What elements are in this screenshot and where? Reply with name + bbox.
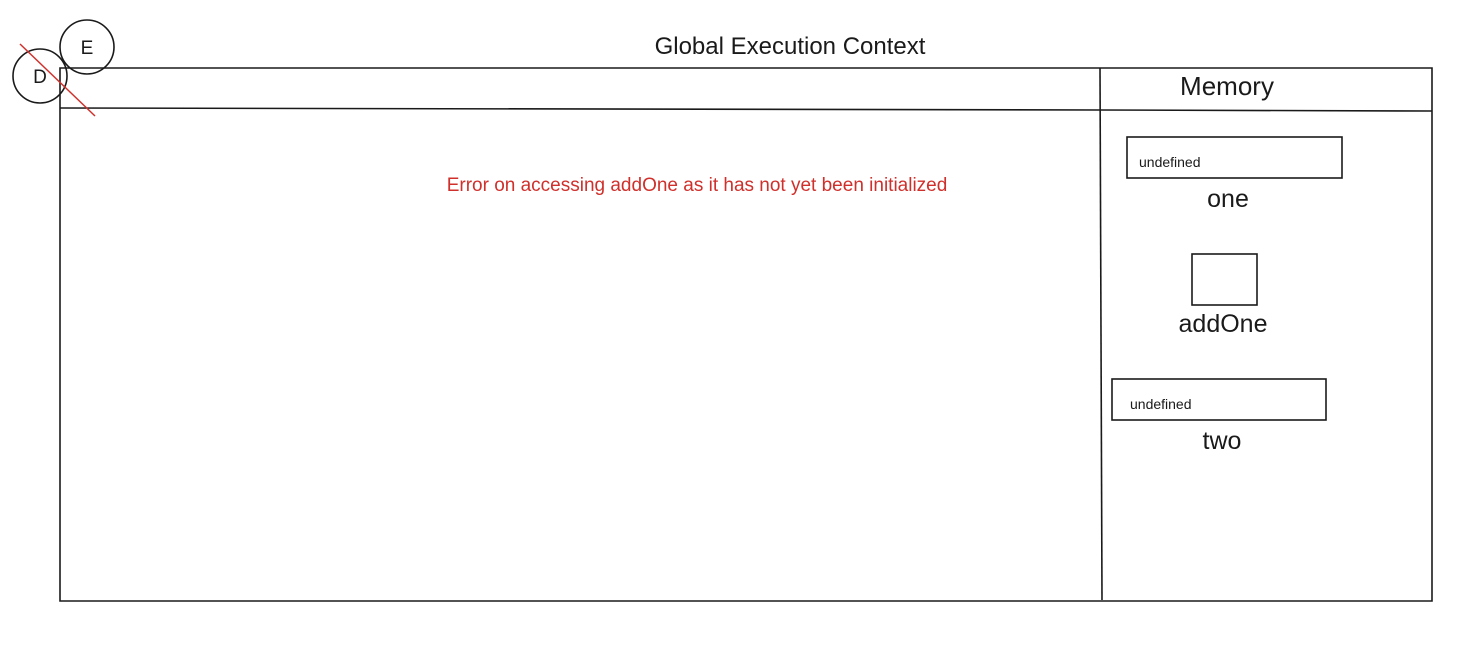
circle-marker-e: E: [59, 19, 115, 75]
memory-value-text: undefined: [1130, 396, 1192, 412]
memory-entry-one: undefined one: [1126, 136, 1343, 213]
header-divider-left: [59, 107, 1101, 111]
circle-label: D: [33, 67, 47, 88]
error-message: Error on accessing addOne as it has not …: [447, 175, 948, 196]
memory-variable-name: two: [1203, 427, 1242, 455]
memory-value-text: undefined: [1139, 154, 1201, 170]
memory-entry-two: undefined two: [1111, 378, 1327, 455]
memory-value-box: [1191, 253, 1258, 306]
execution-context-diagram: Global Execution Context Memory Error on…: [12, 19, 1433, 602]
memory-variable-name: one: [1207, 185, 1249, 213]
memory-entry-addone: addOne: [1179, 253, 1268, 338]
header-divider-memory: [1099, 109, 1433, 112]
circle-label: E: [81, 38, 94, 59]
memory-variable-name: addOne: [1179, 310, 1268, 338]
diagram-title: Global Execution Context: [655, 33, 926, 60]
memory-column-divider: [1099, 67, 1103, 601]
memory-header: Memory: [1180, 71, 1274, 101]
